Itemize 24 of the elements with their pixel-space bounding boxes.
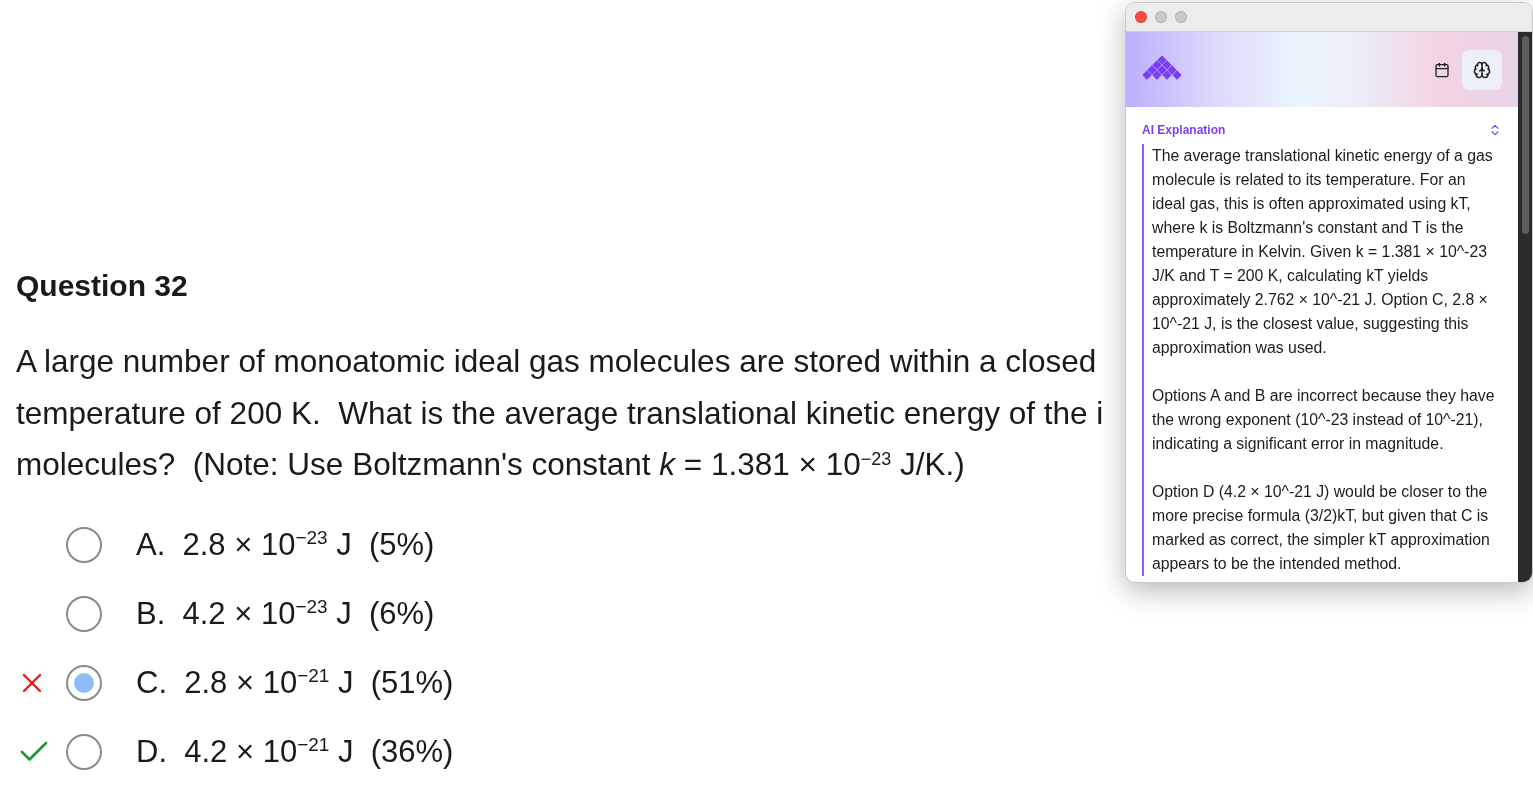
brain-button[interactable]	[1462, 49, 1502, 90]
scrollbar[interactable]	[1518, 32, 1532, 582]
question-text: A large number of monoatomic ideal gas molecules are stored within a closed	[16, 342, 1097, 381]
explanation-paragraph: The average translational kinetic energy of a gas molecule is related to its temperature. For an ideal gas, this is often approximated using kT, where k is Boltzmann's constant and T is the temperature in Kelvin. Given k = 1.381 × 10^-23 J/K and T = 200 K, calculating kT yields approximately 2.762 × 10^-21 J. Option C, 2.8 × 10^-21 J, is the closest value, suggesting this approximation was used.	[1152, 146, 1494, 358]
explanation-paragraph: Option D (4.2 × 10^-21 J) would be closer to the more precise formula (3/2)kT, but given that C is marked as correct, the simpler kT approximation appears to be the intended method.	[1152, 482, 1491, 574]
close-button[interactable]	[1135, 11, 1147, 23]
radio-button[interactable]	[66, 526, 102, 563]
question-title: Question 32	[16, 268, 188, 304]
minimize-button[interactable]	[1155, 11, 1167, 23]
option-label: B. 4.2 × 10$^{−23}$ J (6%)	[136, 595, 435, 632]
section-title: AI Explanation	[1142, 123, 1226, 137]
option-label: A. 2.8 × 10$^{−23}$ J (5%)	[136, 526, 435, 563]
radio-button[interactable]	[66, 664, 102, 701]
brain-icon	[1473, 60, 1491, 79]
question-text: temperature of 200 K. What is the average translational kinetic energy of the i	[16, 393, 1104, 433]
radio-button[interactable]	[66, 733, 102, 770]
calendar-icon	[1434, 61, 1450, 78]
option-label: D. 4.2 × 10$^{−21}$ J (36%)	[136, 733, 454, 770]
question-text: molecules? (Note: Use Boltzmann's constant k = 1.381 × 10$^{−23}$ J/K.)	[16, 445, 965, 484]
zoom-button[interactable]	[1175, 11, 1187, 23]
radio-button[interactable]	[66, 595, 102, 632]
calendar-button[interactable]	[1434, 61, 1450, 78]
option-label: C. 2.8 × 10$^{−21}$ J (51%)	[136, 664, 454, 701]
explanation-paragraph: Options A and B are incorrect because they have the wrong exponent (10^-23 instead of 10^-21), indicating a significant error in magnitude.	[1152, 386, 1496, 454]
